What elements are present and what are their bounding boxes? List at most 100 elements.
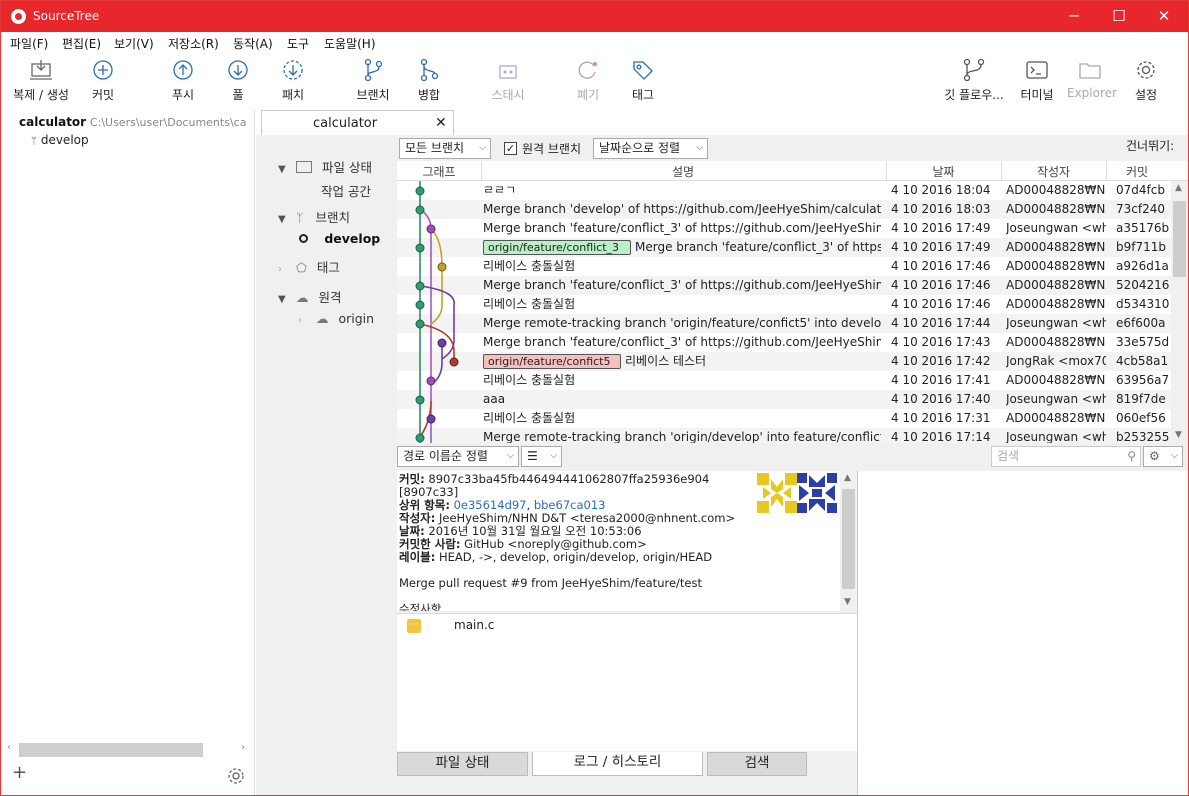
column-commit[interactable]: 커밋: [1106, 163, 1168, 180]
scroll-thumb[interactable]: [1173, 201, 1186, 277]
merge-button[interactable]: 병합: [414, 58, 444, 103]
horizontal-scrollbar[interactable]: ‹ ›: [7, 741, 249, 759]
sidebar-remotes-group[interactable]: ▼ ☁ 원격: [278, 287, 341, 306]
remote-branch-tag[interactable]: origin/feature/conflict_3: [483, 240, 631, 255]
parent-link-2[interactable]: bbe67ca013: [534, 498, 606, 512]
changed-file-item[interactable]: main.c: [454, 618, 494, 632]
sidebar-item-workspace[interactable]: 작업 공간: [321, 181, 371, 200]
scroll-up-icon[interactable]: ▲: [1175, 183, 1182, 193]
pull-button[interactable]: 풀: [223, 58, 253, 103]
commit-hash: e6f600a: [1116, 316, 1166, 330]
repo-settings-gear-icon[interactable]: [226, 766, 246, 786]
commit-info-scrollbar[interactable]: ▲ ▼: [840, 471, 857, 611]
tab-close-icon[interactable]: ✕: [435, 115, 447, 131]
parent-link-1[interactable]: 0e35614d97: [454, 498, 527, 512]
commit-author: AD00048828₩NH: [1006, 335, 1106, 349]
table-row[interactable]: ㄹㄹㄱ 4 10 2016 18:04 AD00048828₩NH 07d4fcb: [397, 181, 1171, 200]
scroll-left-icon[interactable]: ‹: [7, 742, 11, 753]
sidebar-file-status-group[interactable]: ▼ 파일 상태: [278, 157, 372, 176]
scroll-up-icon[interactable]: ▲: [844, 473, 851, 483]
scroll-thumb[interactable]: [19, 743, 203, 757]
commit-message-text: Merge branch 'develop' of https://github…: [483, 202, 881, 216]
table-row[interactable]: Merge branch 'feature/conflict_3' of htt…: [397, 276, 1171, 295]
settings-button[interactable]: 설정: [1131, 58, 1161, 103]
repository-item[interactable]: calculator C:\Users\user\Documents\ca: [19, 115, 255, 129]
file-search-input[interactable]: 검색 ⚲: [991, 446, 1141, 467]
commit-hash: a926d1a: [1116, 259, 1169, 273]
table-row[interactable]: 리베이스 충돌실험 4 10 2016 17:46 AD00048828₩NH d53…: [397, 295, 1171, 314]
menu-file[interactable]: 파일(F): [10, 35, 48, 52]
sidebar-tags-group[interactable]: › ⬠ 태그: [278, 257, 340, 276]
git-flow-button[interactable]: 깃 플로우...: [941, 58, 1007, 103]
tab-search[interactable]: 검색: [707, 752, 807, 776]
terminal-button[interactable]: 터미널: [1017, 58, 1057, 103]
menu-actions[interactable]: 동작(A): [233, 35, 273, 52]
table-row[interactable]: Merge branch 'feature/conflict_3' of htt…: [397, 333, 1171, 352]
commit-hash: 73cf240: [1116, 202, 1165, 216]
commit-hash: 07d4fcb: [1116, 183, 1165, 197]
repo-branch-item[interactable]: ᛘ develop: [31, 133, 89, 147]
branch-button[interactable]: 브랜치: [353, 58, 393, 103]
branch-filter-dropdown[interactable]: 모든 브랜치 ⌵: [399, 138, 491, 159]
tab-log-history[interactable]: 로그 / 히스토리: [532, 752, 703, 776]
tab-calculator[interactable]: calculator ✕: [261, 110, 454, 136]
column-author[interactable]: 작성자: [1001, 163, 1106, 180]
commit-button[interactable]: 커밋: [87, 58, 119, 103]
table-row[interactable]: Merge branch 'develop' of https://github…: [397, 200, 1171, 219]
menu-help[interactable]: 도움말(H): [324, 35, 376, 52]
commit-date: 4 10 2016 18:04: [891, 183, 991, 197]
chevron-down-icon: ⌵: [479, 143, 486, 153]
menu-view[interactable]: 보기(V): [114, 35, 154, 52]
scroll-down-icon[interactable]: ▼: [1175, 430, 1182, 440]
committer-value: GitHub <noreply@github.com>: [464, 537, 647, 551]
table-row[interactable]: 리베이스 충돌실험 4 10 2016 17:41 AD00048828₩NH 639…: [397, 371, 1171, 390]
path-sort-dropdown[interactable]: 경로 이름순 정렬 ⌵: [397, 446, 519, 467]
discard-button[interactable]: 폐기: [573, 58, 603, 103]
table-row[interactable]: origin/feature/conflict_3 Merge branch 'f…: [397, 238, 1171, 257]
menu-repository[interactable]: 저장소(R): [168, 35, 219, 52]
column-graph[interactable]: 그래프: [397, 163, 481, 180]
menu-tools[interactable]: 도구: [287, 35, 309, 52]
commit-list-scrollbar[interactable]: ▲ ▼: [1171, 181, 1188, 443]
sidebar-branches-group[interactable]: ▼ ᛘ 브랜치: [278, 207, 350, 226]
tab-file-status[interactable]: 파일 상태: [397, 752, 528, 776]
remote-branch-tag[interactable]: origin/feature/confict5: [483, 354, 621, 369]
add-repository-icon[interactable]: +: [12, 762, 27, 783]
scroll-thumb[interactable]: [842, 489, 855, 589]
scroll-right-icon[interactable]: ›: [241, 742, 245, 753]
sidebar-item-origin[interactable]: › ☁ origin: [298, 311, 374, 326]
column-date[interactable]: 날짜: [886, 163, 1001, 180]
date-value: 2016년 10월 31일 월요일 오전 10:53:06: [428, 524, 642, 538]
table-row[interactable]: origin/feature/confict5 리베이스 테스터 4 10 2016…: [397, 352, 1171, 371]
sidebar-item-develop[interactable]: develop: [299, 231, 380, 246]
explorer-button[interactable]: Explorer: [1067, 58, 1117, 100]
commit-hash-full: 8907c33ba45fb446494441062807ffa25936e904: [428, 472, 710, 486]
commit-author: Joseungwan <wh7: [1006, 316, 1106, 330]
maximize-button[interactable]: ☐: [1096, 1, 1142, 32]
pull-arrow-down-icon: [228, 60, 248, 80]
minimize-button[interactable]: ─: [1051, 1, 1097, 32]
menu-edit[interactable]: 편집(E): [62, 35, 101, 52]
commit-message-text: Merge branch 'feature/conflict_3' of htt…: [483, 335, 881, 349]
remote-branches-checkbox[interactable]: ✓: [504, 142, 517, 155]
detail-settings-dropdown[interactable]: ⚙ ⌵: [1143, 446, 1183, 467]
push-button[interactable]: 푸시: [167, 58, 199, 103]
view-mode-dropdown[interactable]: ☰ ⌵: [521, 446, 562, 467]
tag-button[interactable]: 태그: [628, 58, 658, 103]
table-row[interactable]: Merge remote-tracking branch 'origin/dev…: [397, 428, 1171, 443]
diff-panel: [857, 471, 1188, 795]
clone-button[interactable]: 복제 / 생성: [9, 58, 73, 103]
column-description[interactable]: 설명: [481, 163, 885, 180]
table-row[interactable]: Merge remote-tracking branch 'origin/fea…: [397, 314, 1171, 333]
stash-button[interactable]: 스태시: [488, 58, 528, 103]
scroll-down-icon[interactable]: ▼: [844, 597, 851, 607]
table-row[interactable]: aaa 4 10 2016 17:40 Joseungwan <wh7 819f7de: [397, 390, 1171, 409]
commit-author: AD00048828₩NH: [1006, 202, 1106, 216]
chevron-down-icon: ⌵: [696, 143, 703, 153]
table-row[interactable]: 리베이스 충돌실험 4 10 2016 17:46 AD00048828₩NH a92…: [397, 257, 1171, 276]
table-row[interactable]: Merge branch 'feature/conflict_3' of htt…: [397, 219, 1171, 238]
sort-dropdown[interactable]: 날짜순으로 정렬 ⌵: [593, 138, 708, 159]
table-row[interactable]: 리베이스 충돌실험 4 10 2016 17:31 AD00048828₩NH 060…: [397, 409, 1171, 428]
fetch-button[interactable]: 패치: [277, 58, 309, 103]
close-button[interactable]: ✕: [1141, 1, 1187, 32]
